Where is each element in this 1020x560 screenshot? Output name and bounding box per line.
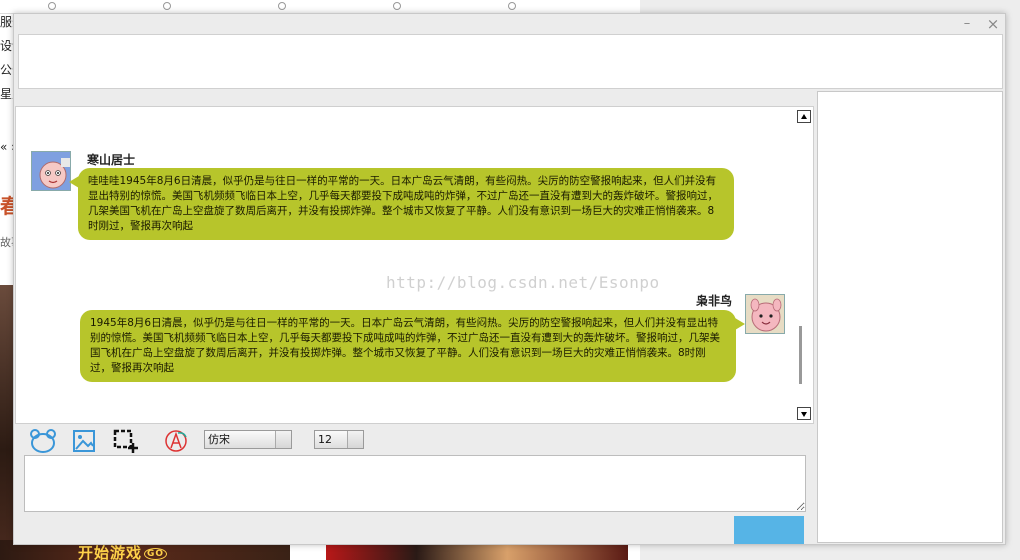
send-button[interactable] xyxy=(734,516,804,544)
sender-name: 枭非鸟 xyxy=(696,294,733,308)
avatar[interactable] xyxy=(745,294,785,334)
font-size-select[interactable]: 12 xyxy=(314,430,364,449)
background-nav-bar xyxy=(0,0,630,14)
watermark: http://blog.csdn.net/Esonpo xyxy=(386,273,660,292)
close-button[interactable]: × xyxy=(985,17,1001,32)
sender-name: 寒山居士 xyxy=(87,153,136,167)
message-input[interactable] xyxy=(24,455,806,512)
image-button[interactable] xyxy=(70,428,98,454)
font-family-select[interactable]: 仿宋 xyxy=(204,430,292,449)
avatar-left-icon xyxy=(32,152,70,190)
scroll-down-button[interactable] xyxy=(797,407,811,420)
font-family-value: 仿宋 xyxy=(208,433,230,446)
go-badge: GO xyxy=(144,547,168,560)
avatar-right-icon xyxy=(746,295,784,333)
avatar[interactable] xyxy=(31,151,71,191)
text-style-button[interactable] xyxy=(162,428,190,454)
scroll-track[interactable] xyxy=(797,123,811,407)
message-bubble[interactable]: 1945年8月6日清晨，似乎仍是与往日一样的平常的一天。日本广岛云气清朗，有些闷… xyxy=(80,310,745,382)
scroll-thumb[interactable] xyxy=(799,326,802,384)
chevron-down-icon xyxy=(275,431,291,448)
text-style-icon xyxy=(165,430,187,452)
image-icon xyxy=(73,430,95,452)
start-game-label: 开始游戏 xyxy=(78,544,143,560)
chat-window: – × 寒山居士 哇哇哇1945年8月6日清晨，似乎仍是与往日一样的平常的一天。… xyxy=(13,13,1006,545)
scroll-up-button[interactable] xyxy=(797,110,811,123)
emoji-button[interactable] xyxy=(29,428,57,454)
emoji-icon xyxy=(30,429,56,453)
message-toolbar: 仿宋 12 xyxy=(26,426,816,454)
vertical-scrollbar[interactable] xyxy=(797,110,811,420)
screenshot-button[interactable] xyxy=(112,428,140,454)
font-size-value: 12 xyxy=(318,433,332,446)
chevron-down-icon xyxy=(347,431,363,448)
screenshot-icon xyxy=(113,429,138,453)
message-list[interactable]: 寒山居士 哇哇哇1945年8月6日清晨，似乎仍是与往日一样的平常的一天。日本广岛… xyxy=(15,106,814,424)
background-image-strip xyxy=(0,285,14,560)
message-bubble[interactable]: 哇哇哇1945年8月6日清晨，似乎仍是与往日一样的平常的一天。日本广岛云气清朗，… xyxy=(69,168,734,240)
side-panel xyxy=(817,91,1003,543)
chat-header-panel xyxy=(18,34,1003,89)
minimize-button[interactable]: – xyxy=(959,17,975,31)
